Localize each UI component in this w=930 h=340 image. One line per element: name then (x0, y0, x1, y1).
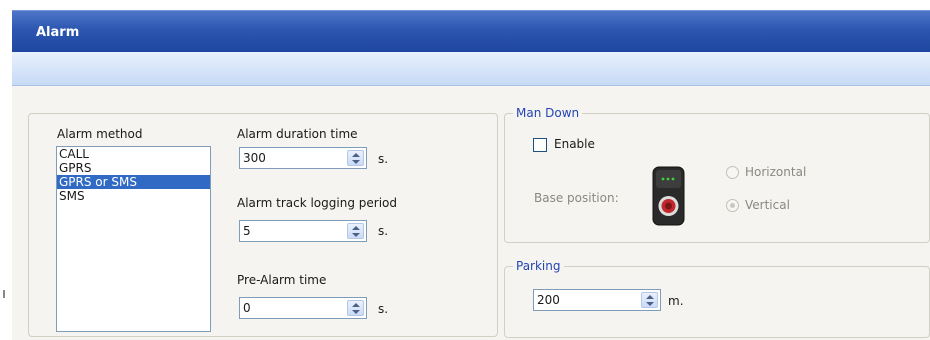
horizontal-radio[interactable] (726, 166, 739, 179)
pre-alarm-spinner[interactable]: 0 (239, 297, 367, 319)
spinner-up-icon[interactable] (352, 153, 360, 157)
parking-legend: Parking (513, 259, 564, 273)
alarm-duration-label: Alarm duration time (237, 127, 358, 141)
alarm-track-spin-buttons[interactable] (347, 223, 364, 239)
alarm-method-label: Alarm method (57, 127, 143, 141)
spinner-down-icon[interactable] (646, 302, 654, 306)
edge-marker (3, 290, 5, 298)
parking-value[interactable]: 200 (537, 293, 560, 307)
spinner-up-icon[interactable] (646, 295, 654, 299)
alarm-duration-unit: s. (378, 152, 389, 166)
device-icon (652, 166, 685, 226)
vertical-radio[interactable] (726, 199, 739, 212)
alarm-method-list[interactable]: CALL GPRS GPRS or SMS SMS (56, 146, 211, 332)
parking-unit: m. (668, 294, 684, 308)
list-item-call[interactable]: CALL (57, 147, 210, 161)
enable-label[interactable]: Enable (554, 137, 595, 151)
pre-alarm-label: Pre-Alarm time (237, 273, 327, 287)
parking-spinner[interactable]: 200 (533, 289, 661, 311)
list-item-sms[interactable]: SMS (57, 189, 210, 203)
man-down-legend: Man Down (513, 106, 583, 120)
alarm-duration-value[interactable]: 300 (243, 151, 266, 165)
alarm-track-value[interactable]: 5 (243, 224, 251, 238)
window-title-bar: Alarm (12, 10, 930, 52)
pre-alarm-unit: s. (378, 302, 389, 316)
alarm-duration-spinner[interactable]: 300 (239, 147, 367, 169)
spinner-up-icon[interactable] (352, 226, 360, 230)
alarm-track-unit: s. (378, 224, 389, 238)
alarm-track-spinner[interactable]: 5 (239, 220, 367, 242)
spinner-down-icon[interactable] (352, 310, 360, 314)
spinner-down-icon[interactable] (352, 160, 360, 164)
pre-alarm-spin-buttons[interactable] (347, 300, 364, 316)
pre-alarm-value[interactable]: 0 (243, 301, 251, 315)
enable-checkbox[interactable] (533, 138, 547, 152)
list-item-gprs-or-sms[interactable]: GPRS or SMS (57, 175, 210, 189)
base-position-label: Base position: (534, 191, 619, 205)
alarm-duration-spin-buttons[interactable] (347, 150, 364, 166)
alarm-track-label: Alarm track logging period (237, 196, 397, 210)
horizontal-label[interactable]: Horizontal (745, 165, 806, 179)
man-down-panel: Man Down (504, 106, 930, 243)
toolbar-band (12, 52, 930, 86)
list-item-gprs[interactable]: GPRS (57, 161, 210, 175)
vertical-label[interactable]: Vertical (745, 198, 790, 212)
parking-spin-buttons[interactable] (641, 292, 658, 308)
spinner-up-icon[interactable] (352, 303, 360, 307)
window-title: Alarm (36, 25, 80, 40)
vertical-radio-dot (730, 203, 735, 208)
spinner-down-icon[interactable] (352, 233, 360, 237)
